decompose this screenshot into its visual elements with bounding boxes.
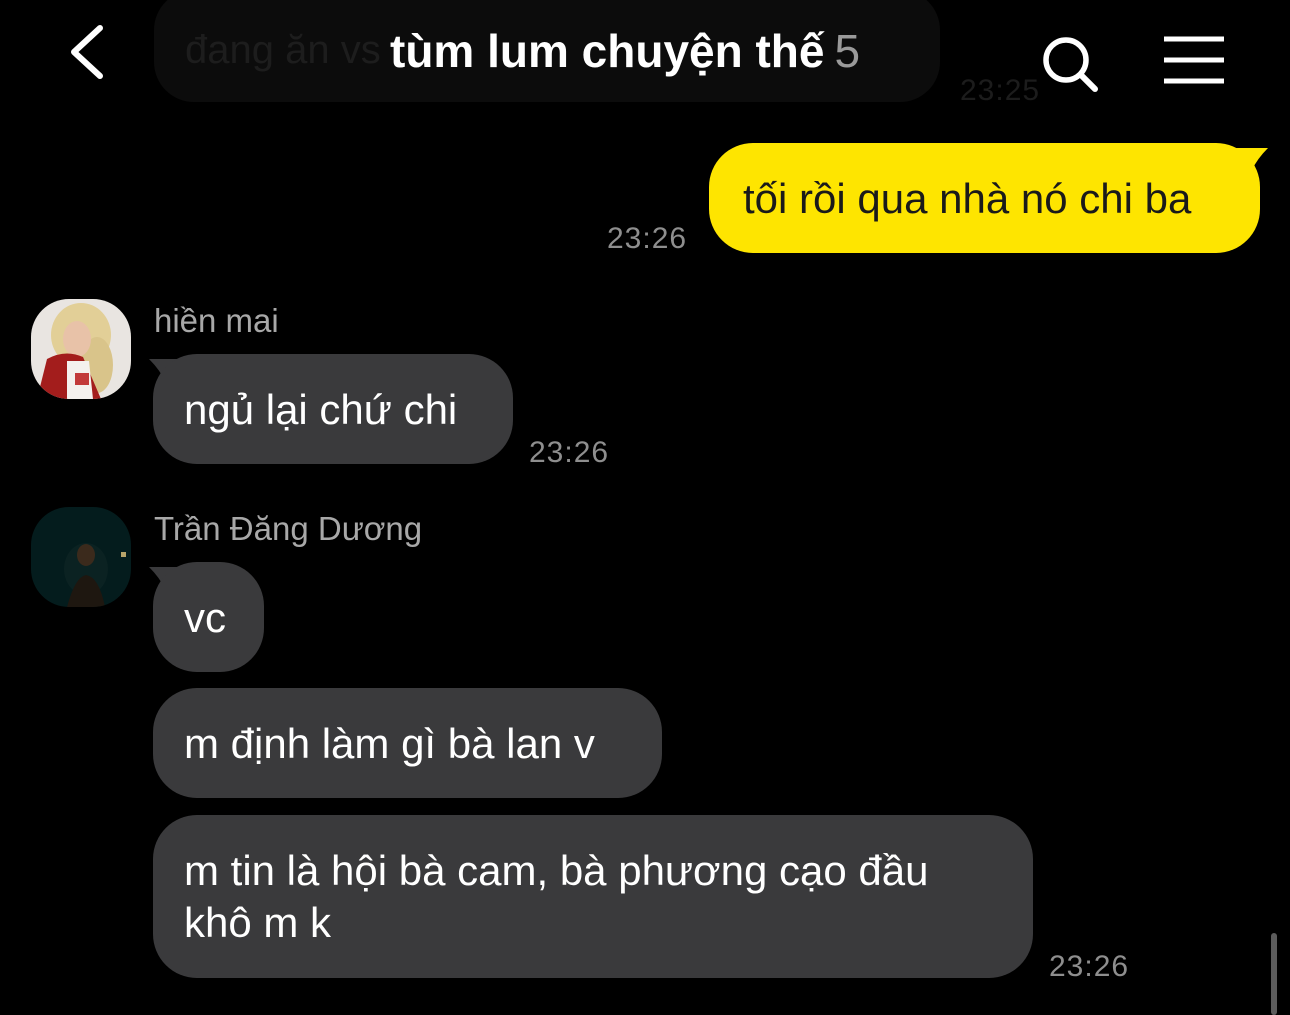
outgoing-message-time: 23:26 bbox=[607, 222, 688, 255]
back-button[interactable] bbox=[62, 20, 122, 84]
incoming-message-text: m tin là hội bà cam, bà phương cạo đầu k… bbox=[184, 847, 929, 946]
incoming-message-bubble[interactable]: m tin là hội bà cam, bà phương cạo đầu k… bbox=[153, 815, 1033, 978]
sender-name: Trần Đăng Dương bbox=[154, 510, 423, 547]
chevron-left-icon bbox=[71, 25, 103, 79]
incoming-message-text: m định làm gì bà lan v bbox=[184, 720, 595, 767]
previous-message-text: đang ăn vs bbox=[185, 28, 381, 72]
sender-name: hiền mai bbox=[154, 302, 279, 339]
search-icon bbox=[1043, 37, 1098, 92]
chat-screen: đang ăn vs 23:25 tùm lum chuyện thế 5 tối… bbox=[0, 0, 1290, 1015]
outgoing-message-bubble[interactable]: tối rồi qua nhà nó chi ba bbox=[709, 143, 1260, 253]
incoming-message-bubble[interactable]: m định làm gì bà lan v bbox=[153, 688, 662, 798]
incoming-message-bubble[interactable]: ngủ lại chứ chi bbox=[153, 354, 513, 464]
incoming-message-bubble[interactable]: vc bbox=[153, 562, 264, 672]
menu-button[interactable] bbox=[1160, 34, 1228, 86]
member-count: 5 bbox=[834, 25, 861, 77]
previous-message-time: 23:25 bbox=[960, 74, 1041, 107]
incoming-message-time: 23:26 bbox=[529, 436, 610, 469]
incoming-message-text: ngủ lại chứ chi bbox=[184, 386, 458, 433]
incoming-message-time: 23:26 bbox=[1049, 950, 1130, 983]
chat-title: tùm lum chuyện thế 5 bbox=[390, 24, 860, 78]
avatar-tran-dang-duong[interactable] bbox=[31, 507, 131, 607]
outgoing-message-text: tối rồi qua nhà nó chi ba bbox=[743, 175, 1192, 222]
incoming-message-text: vc bbox=[184, 594, 226, 641]
search-button[interactable] bbox=[1038, 34, 1102, 94]
hamburger-menu-icon bbox=[1164, 36, 1224, 84]
chat-title-text: tùm lum chuyện thế bbox=[390, 25, 825, 77]
scrollbar[interactable] bbox=[1271, 933, 1277, 1015]
avatar-hien-mai[interactable] bbox=[31, 299, 131, 399]
